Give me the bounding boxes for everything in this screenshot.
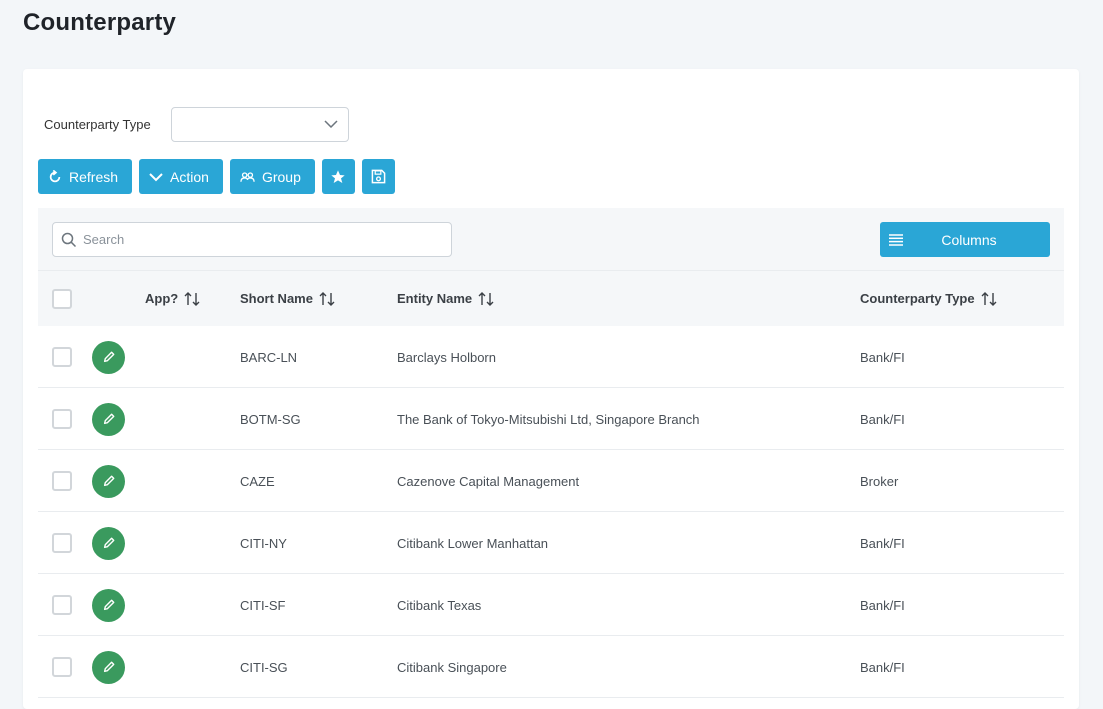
counterparty-type-filter-label: Counterparty Type (44, 117, 151, 132)
search-icon (61, 232, 77, 247)
header-short-name[interactable]: Short Name (240, 271, 335, 326)
refresh-icon (49, 169, 61, 182)
edit-button[interactable] (92, 526, 125, 560)
edit-button[interactable] (92, 402, 125, 436)
edit-button[interactable] (92, 464, 125, 498)
table-row: CITI-NY Citibank Lower Manhattan Bank/FI (38, 512, 1064, 574)
page-title: Counterparty (23, 9, 177, 36)
chevron-down-icon (324, 120, 338, 129)
sort-icon (478, 291, 494, 306)
toolbar: Refresh Action Group (38, 159, 395, 194)
cell-short-name: CAZE (240, 473, 275, 489)
refresh-button[interactable]: Refresh (38, 159, 133, 194)
search-box (52, 222, 452, 257)
cell-entity-name: Barclays Holborn (397, 349, 496, 365)
action-button[interactable]: Action (139, 159, 223, 194)
table-row: CAZE Cazenove Capital Management Broker (38, 450, 1064, 512)
sort-icon (184, 291, 200, 306)
group-icon (240, 171, 255, 182)
table-header: App? Short Name Entity Name Counterparty… (38, 271, 1064, 326)
action-button-label: Action (170, 168, 209, 185)
edit-button[interactable] (92, 340, 125, 374)
cell-short-name: BOTM-SG (240, 411, 301, 427)
header-app[interactable]: App? (145, 271, 200, 326)
columns-button[interactable]: Columns (880, 222, 1050, 257)
cell-short-name: BARC-LN (240, 349, 298, 365)
pencil-icon (103, 475, 114, 487)
cell-counterparty-type: Bank/FI (860, 597, 905, 613)
pencil-icon (103, 351, 114, 363)
select-all-checkbox[interactable] (52, 288, 72, 309)
group-button[interactable]: Group (229, 159, 315, 194)
row-checkbox[interactable] (52, 657, 72, 677)
columns-button-label: Columns (941, 231, 997, 248)
cell-entity-name: Citibank Singapore (397, 659, 507, 675)
chevron-down-icon (149, 172, 163, 181)
header-entity-name-label: Entity Name (397, 291, 473, 306)
select-all-cell (52, 271, 72, 326)
counterparty-table: Columns App? Short Name Entity Name Coun… (38, 208, 1064, 709)
pencil-icon (103, 413, 114, 425)
cell-counterparty-type: Bank/FI (860, 659, 905, 675)
sort-icon (981, 291, 997, 306)
cell-counterparty-type: Bank/FI (860, 535, 905, 551)
header-entity-name[interactable]: Entity Name (397, 271, 494, 326)
table-row: BOTM-SG The Bank of Tokyo-Mitsubishi Ltd… (38, 388, 1064, 450)
table-body: BARC-LN Barclays Holborn Bank/FI BOTM-SG… (38, 326, 1064, 698)
header-counterparty-type-label: Counterparty Type (860, 291, 975, 306)
header-short-name-label: Short Name (240, 291, 313, 306)
counterparty-type-select[interactable] (170, 107, 349, 142)
search-input[interactable] (83, 232, 443, 247)
cell-counterparty-type: Broker (860, 473, 899, 489)
main-card: Counterparty Type Refresh Action Group S… (23, 69, 1079, 709)
cell-short-name: CITI-SG (240, 659, 288, 675)
row-checkbox[interactable] (52, 409, 72, 429)
sort-icon (319, 291, 335, 306)
refresh-button-label: Refresh (69, 168, 119, 185)
save-icon (371, 169, 386, 184)
header-app-label: App? (145, 291, 179, 306)
favorite-button[interactable] (321, 159, 355, 194)
save-button[interactable] (361, 159, 395, 194)
table-toolbar: Columns (38, 208, 1064, 271)
header-counterparty-type[interactable]: Counterparty Type (860, 271, 997, 326)
cell-counterparty-type: Bank/FI (860, 411, 905, 427)
cell-entity-name: Cazenove Capital Management (397, 473, 580, 489)
cell-short-name: CITI-NY (240, 535, 287, 551)
star-icon (331, 169, 346, 183)
pencil-icon (103, 537, 114, 549)
table-row: CITI-SG Citibank Singapore Bank/FI (38, 636, 1064, 698)
group-button-label: Group (261, 168, 301, 185)
table-row: CITI-SF Citibank Texas Bank/FI (38, 574, 1064, 636)
filter-row: Counterparty Type (44, 107, 349, 142)
cell-entity-name: The Bank of Tokyo-Mitsubishi Ltd, Singap… (397, 411, 700, 427)
row-checkbox[interactable] (52, 533, 72, 553)
row-checkbox[interactable] (52, 347, 72, 367)
list-icon (889, 233, 903, 246)
cell-entity-name: Citibank Texas (397, 597, 482, 613)
pencil-icon (103, 599, 114, 611)
edit-button[interactable] (92, 650, 125, 684)
cell-short-name: CITI-SF (240, 597, 286, 613)
edit-button[interactable] (92, 588, 125, 622)
cell-entity-name: Citibank Lower Manhattan (397, 535, 549, 551)
row-checkbox[interactable] (52, 471, 72, 491)
row-checkbox[interactable] (52, 595, 72, 615)
table-row: BARC-LN Barclays Holborn Bank/FI (38, 326, 1064, 388)
cell-counterparty-type: Bank/FI (860, 349, 905, 365)
pencil-icon (103, 661, 114, 673)
